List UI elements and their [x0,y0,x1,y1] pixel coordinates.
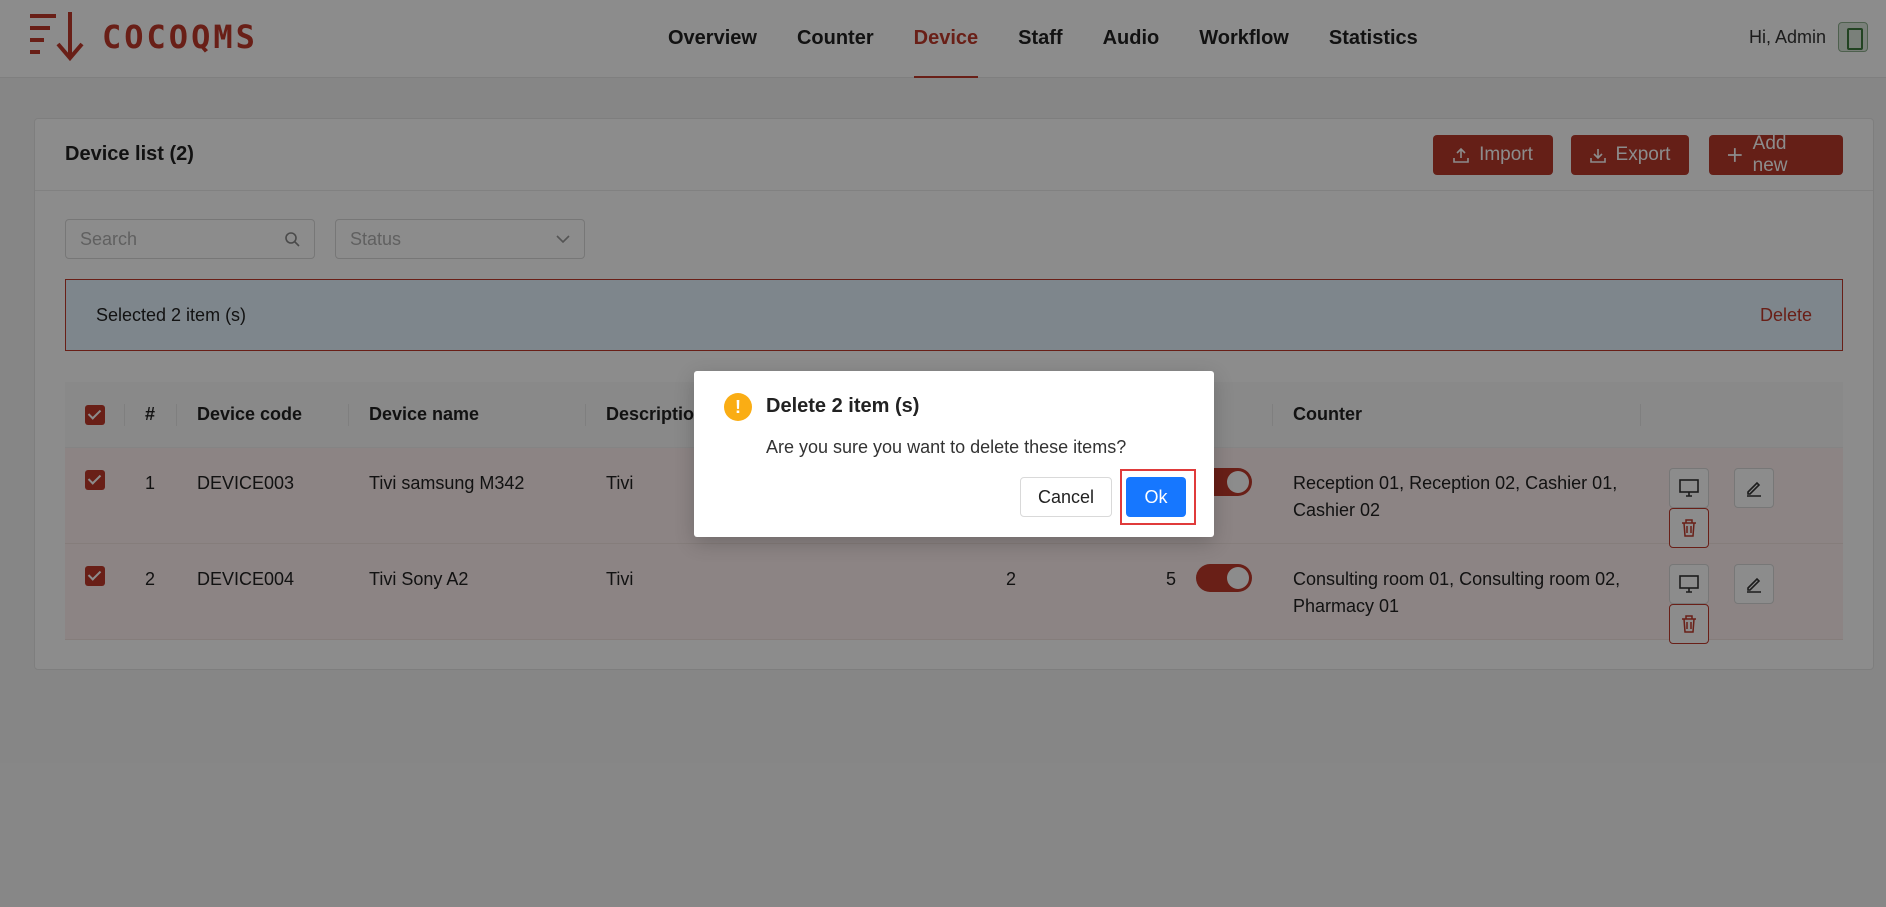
cancel-button[interactable]: Cancel [1020,477,1112,517]
ok-button[interactable]: Ok [1126,477,1186,517]
confirm-delete-dialog: ! Delete 2 item (s) Are you sure you wan… [694,371,1214,537]
warning-icon: ! [724,393,752,421]
dialog-title: Delete 2 item (s) [766,395,920,417]
dialog-message: Are you sure you want to delete these it… [766,437,1127,457]
ok-button-highlight: Ok [1120,469,1196,525]
